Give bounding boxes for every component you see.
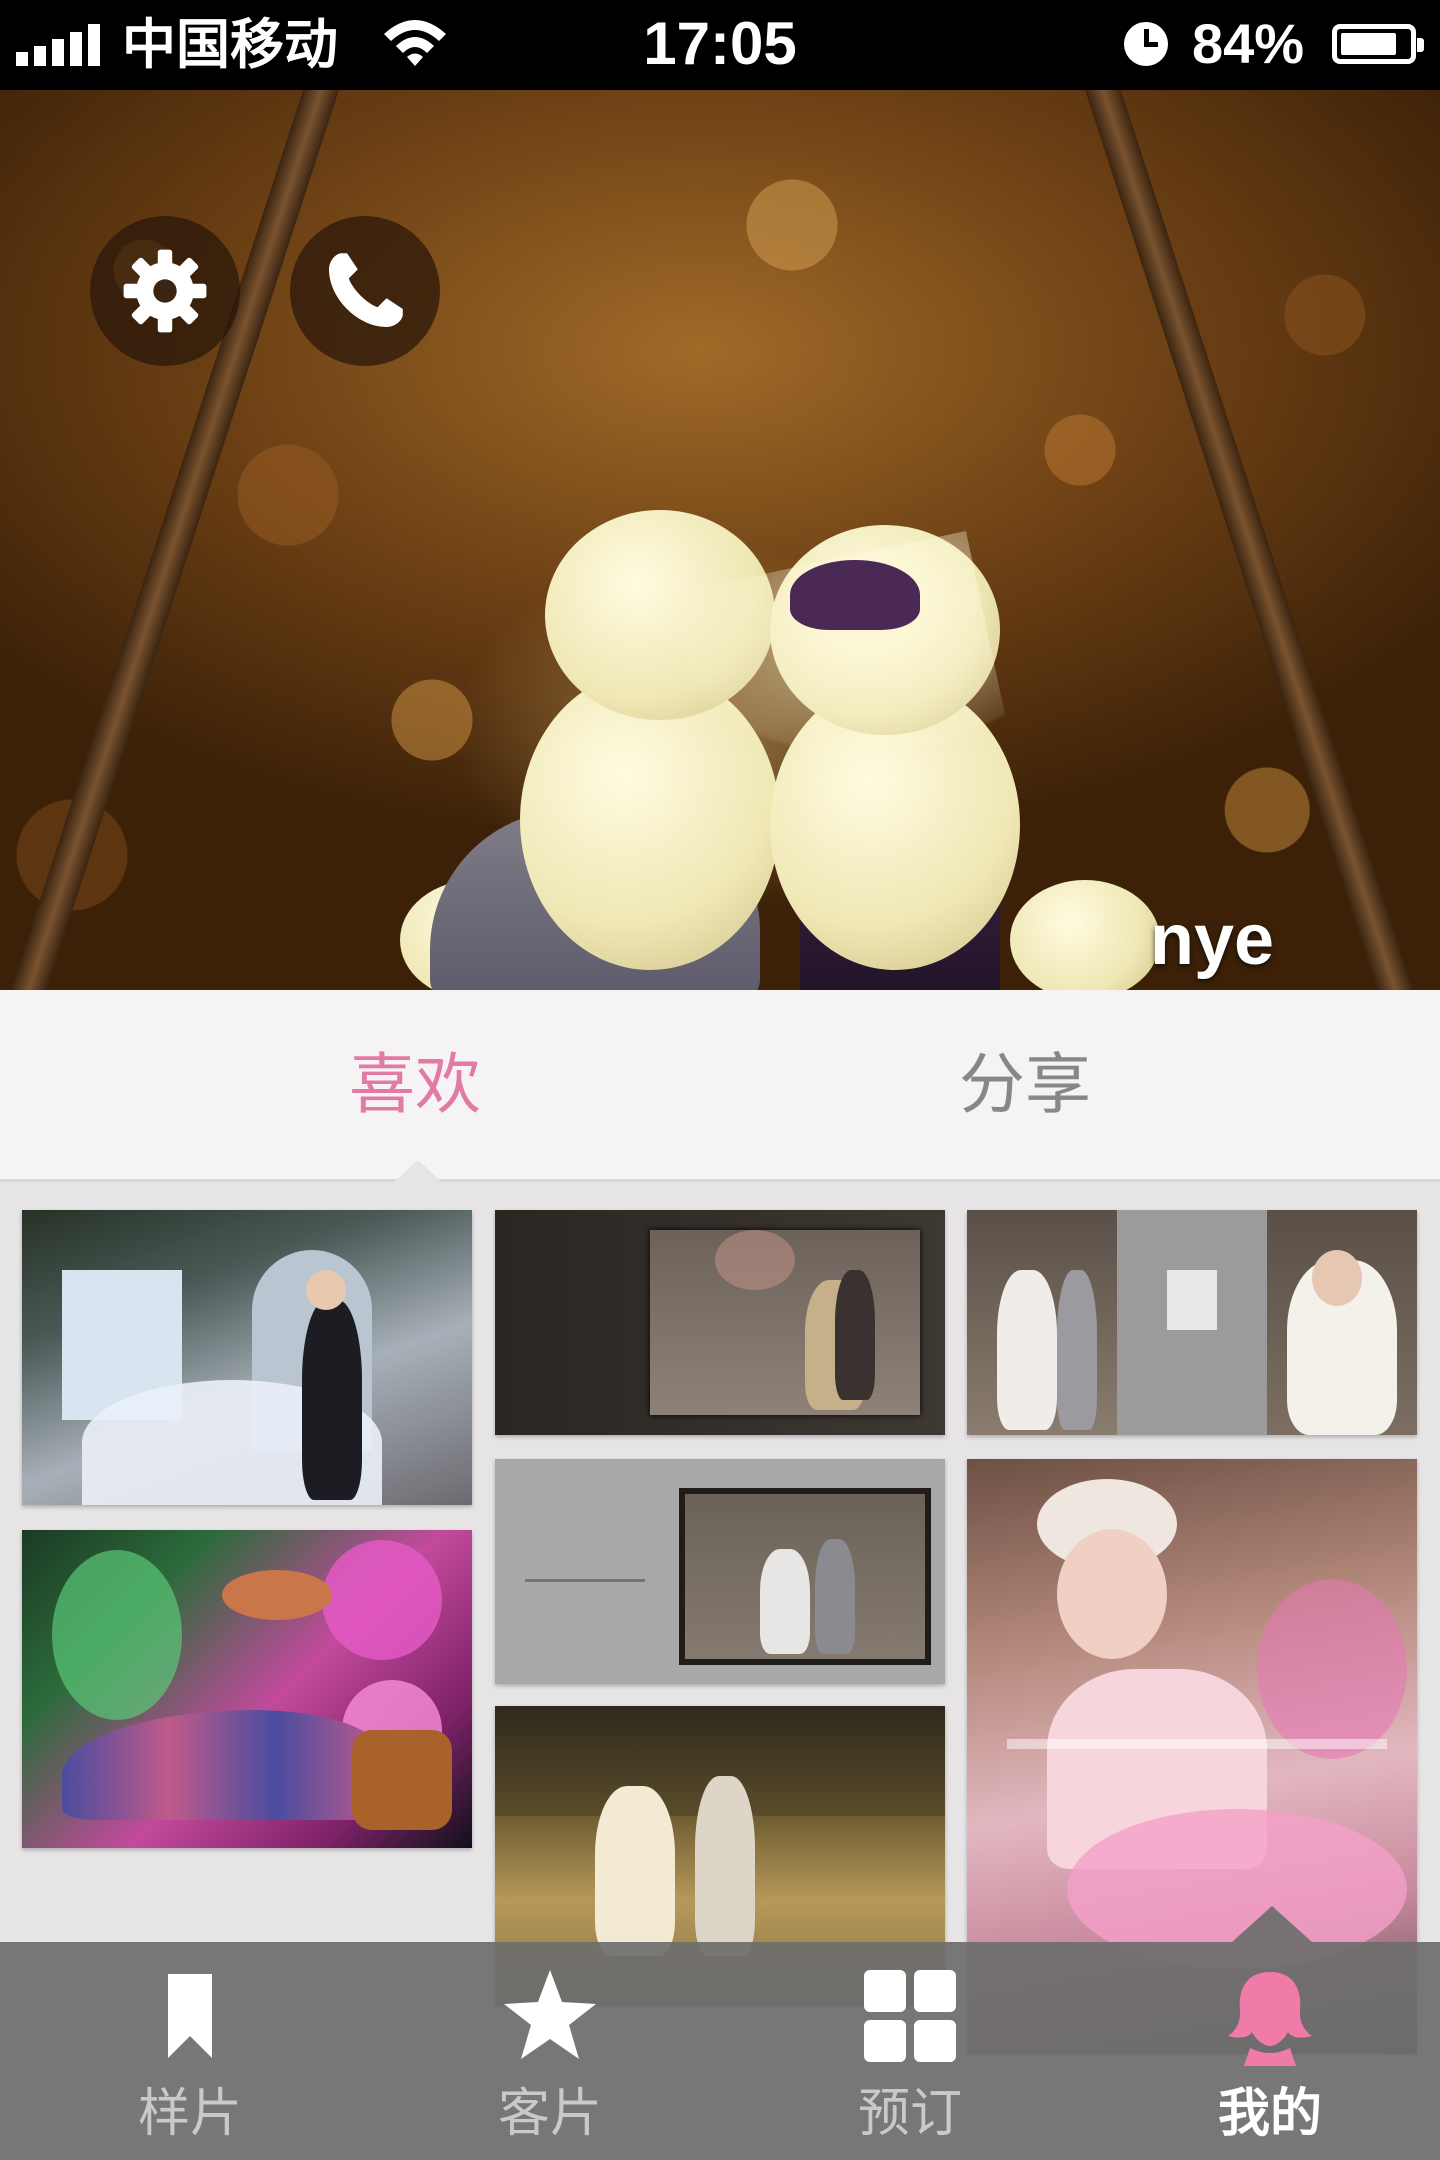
battery-icon (1332, 24, 1424, 64)
content-tabs: 喜欢 分享 (0, 990, 1440, 1182)
bottom-tab-bar: 样片 客片 预订 我的 (0, 1942, 1440, 2160)
clock-icon (1124, 22, 1168, 66)
status-bar: 中国移动 17:05 84% (0, 0, 1440, 90)
tab-likes[interactable]: 喜欢 (265, 1030, 565, 1140)
nav-client-photos[interactable]: 客片 (370, 1942, 730, 2160)
nav-label: 我的 (1217, 2084, 1322, 2144)
grid-icon (864, 1970, 956, 2062)
star-icon (504, 1970, 596, 2059)
app-screen: 中国移动 17:05 84% nye 喜欢 分享 样片 客片 预订 我的 (0, 0, 1440, 2160)
active-nav-indicator (1232, 1906, 1312, 1942)
person-icon (1228, 1972, 1312, 2066)
photo-thumbnail[interactable] (495, 1210, 945, 1435)
phone-icon (329, 253, 403, 327)
nav-label: 客片 (497, 2084, 602, 2144)
battery-level (1341, 33, 1396, 55)
active-tab-indicator (392, 1160, 444, 1184)
nav-mine[interactable]: 我的 (1090, 1942, 1440, 2160)
bookmark-icon (168, 1974, 212, 2058)
call-button[interactable] (290, 216, 440, 366)
photo-thumbnail[interactable] (22, 1210, 472, 1505)
photo-thumbnail[interactable] (967, 1210, 1417, 1435)
gear-icon (123, 249, 207, 333)
profile-username: nye (1150, 900, 1275, 980)
nav-label: 预订 (857, 2084, 962, 2144)
photo-thumbnail[interactable] (22, 1530, 472, 1848)
tab-shares[interactable]: 分享 (875, 1030, 1175, 1140)
nav-booking[interactable]: 预订 (730, 1942, 1090, 2160)
nav-label: 样片 (137, 2084, 242, 2144)
nav-samples[interactable]: 样片 (10, 1942, 370, 2160)
settings-button[interactable] (90, 216, 240, 366)
photo-thumbnail[interactable] (495, 1459, 945, 1684)
profile-cover-photo: nye (0, 90, 1440, 990)
battery-percentage: 84% (1192, 12, 1305, 75)
